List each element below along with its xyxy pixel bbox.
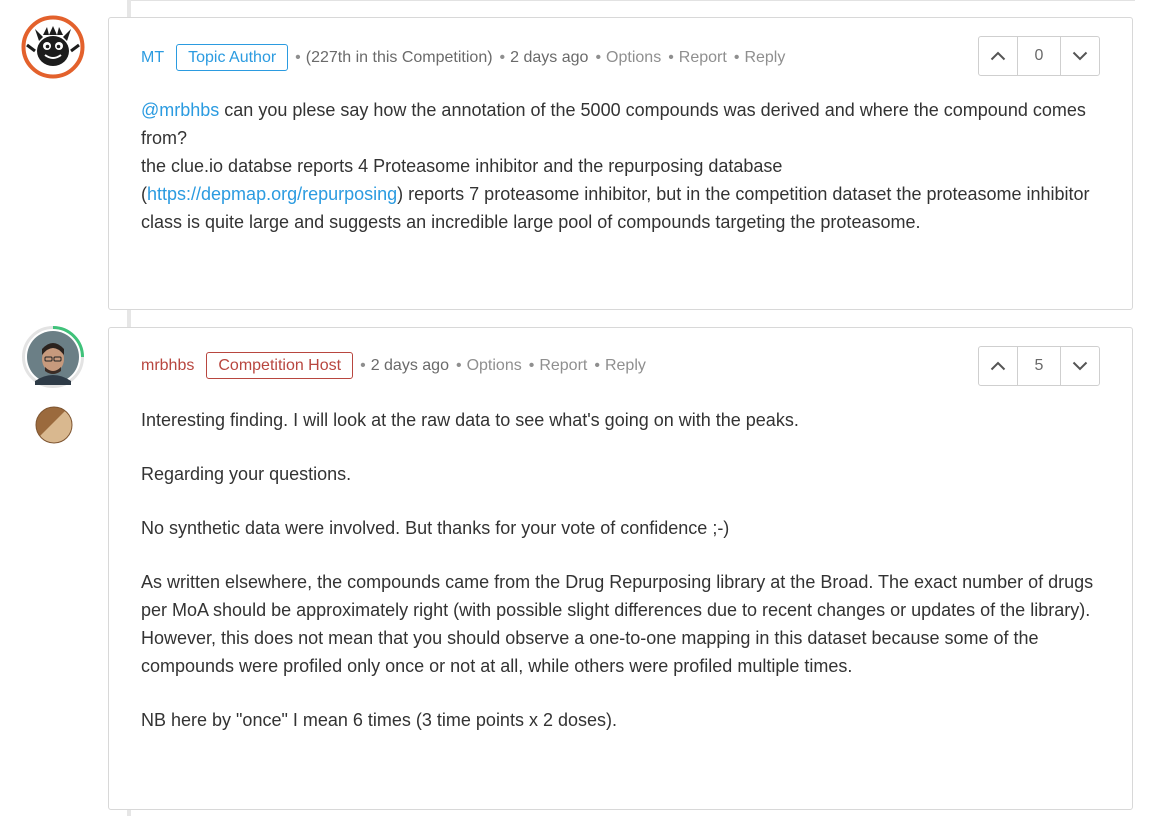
reply-link[interactable]: Reply (605, 357, 646, 375)
vote-count: 0 (1017, 37, 1061, 75)
comment-meta: MT Topic Author • (227th in this Competi… (141, 44, 785, 71)
timestamp: 2 days ago (370, 356, 449, 374)
downvote-button[interactable] (1061, 37, 1099, 75)
paragraph: Regarding your questions. (141, 464, 352, 484)
chevron-up-icon (990, 51, 1006, 61)
thread-line (127, 810, 131, 816)
paragraph: NB here by "once" I mean 6 times (3 time… (141, 710, 617, 730)
comment-card: MT Topic Author • (227th in this Competi… (108, 17, 1133, 310)
vote-control: 0 (978, 36, 1100, 76)
paragraph: Interesting finding. I will look at the … (141, 410, 799, 430)
topic-author-badge: Topic Author (176, 44, 289, 71)
timestamp: 2 days ago (510, 48, 589, 66)
comment-meta: mrbhbs Competition Host • 2 days ago • O… (141, 352, 646, 379)
comment-body: @mrbhbs can you plese say how the annota… (141, 100, 1090, 232)
chevron-down-icon (1072, 51, 1088, 61)
reply-link[interactable]: Reply (744, 49, 785, 67)
avatar-image (22, 326, 84, 388)
top-divider (131, 0, 1135, 1)
upvote-button[interactable] (979, 347, 1017, 385)
comment-body: Interesting finding. I will look at the … (141, 406, 1101, 734)
options-link[interactable]: Options (467, 357, 522, 375)
author-name[interactable]: MT (141, 49, 164, 67)
bronze-medal-icon (35, 406, 73, 444)
thread-line (127, 0, 131, 17)
paragraph: As written elsewhere, the compounds came… (141, 572, 1094, 676)
upvote-button[interactable] (979, 37, 1017, 75)
mention-link[interactable]: @mrbhbs (141, 100, 219, 120)
avatar-mt[interactable] (21, 15, 85, 79)
chevron-down-icon (1072, 361, 1088, 371)
chevron-up-icon (990, 361, 1006, 371)
comment-card: mrbhbs Competition Host • 2 days ago • O… (108, 327, 1133, 810)
options-link[interactable]: Options (606, 49, 661, 67)
repurposing-link[interactable]: https://depmap.org/repurposing (147, 184, 397, 204)
vote-count: 5 (1017, 347, 1061, 385)
thread-line (127, 310, 131, 327)
downvote-button[interactable] (1061, 347, 1099, 385)
avatar-mrbhbs[interactable] (21, 325, 85, 389)
report-link[interactable]: Report (539, 357, 587, 375)
author-name[interactable]: mrbhbs (141, 357, 194, 375)
report-link[interactable]: Report (679, 49, 727, 67)
competition-host-badge: Competition Host (206, 352, 354, 379)
paragraph: No synthetic data were involved. But tha… (141, 518, 730, 538)
avatar-image (21, 15, 85, 79)
vote-control: 5 (978, 346, 1100, 386)
rank-text: (227th in this Competition) (305, 48, 493, 66)
